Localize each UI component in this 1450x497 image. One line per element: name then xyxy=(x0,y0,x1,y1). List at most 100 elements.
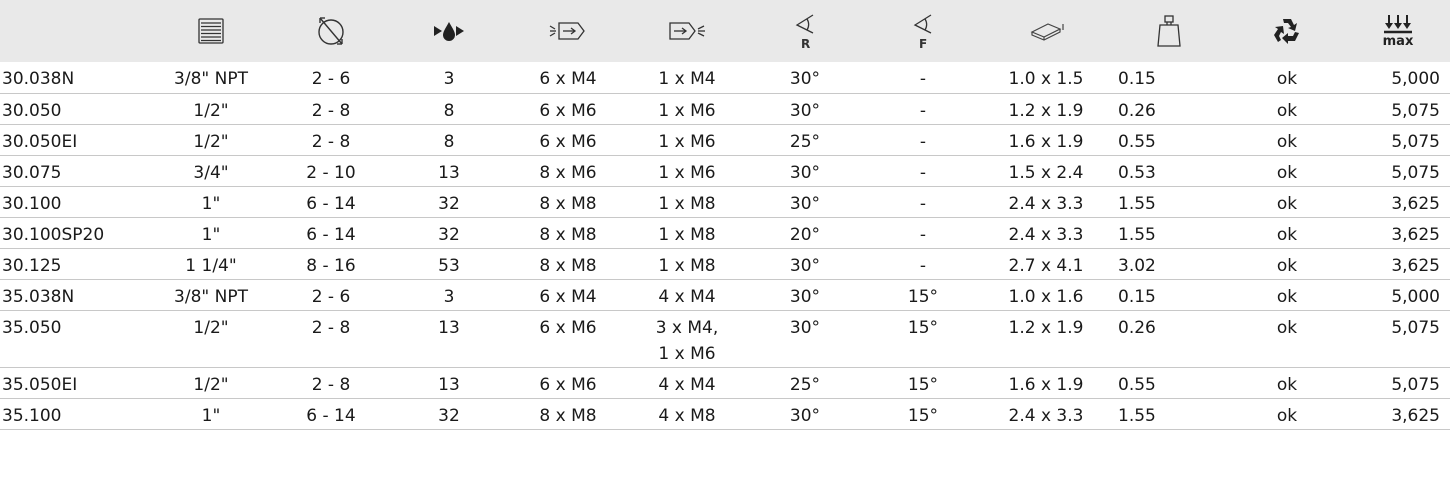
cell-angle-r: 30° xyxy=(746,248,864,280)
r-label: R xyxy=(801,37,810,51)
spec-table: R F max 30.038N 3/8" NPT 2 - 6 3 6 x M4 … xyxy=(0,0,1450,430)
cell-flow: 13 xyxy=(390,367,508,399)
spec-table-page: R F max 30.038N 3/8" NPT 2 - 6 3 6 x M4 … xyxy=(0,0,1450,497)
cell-angle-f: 15° xyxy=(864,398,982,430)
cell-range: 2 - 6 xyxy=(272,279,390,311)
cell-dimensions: 1.5 x 2.4 xyxy=(982,155,1110,187)
cell-angle-f: 15° xyxy=(864,279,982,311)
cell-inlet: 6 x M6 xyxy=(508,124,628,156)
cell-flow: 3 xyxy=(390,62,508,94)
cell-model: 30.038N xyxy=(0,62,150,94)
cell-inlet: 6 x M4 xyxy=(508,62,628,94)
cell-weight: 0.15 xyxy=(1110,279,1228,311)
cell-angle-r: 30° xyxy=(746,62,864,94)
cell-max: 3,625 xyxy=(1346,398,1450,430)
cell-dimensions: 1.0 x 1.6 xyxy=(982,279,1110,311)
flow-icon xyxy=(390,0,508,62)
cell-flow: 8 xyxy=(390,93,508,125)
cell-dimensions: 1.6 x 1.9 xyxy=(982,367,1110,399)
cell-angle-r: 30° xyxy=(746,398,864,430)
cell-flow: 32 xyxy=(390,186,508,218)
table-row: 30.100 1" 6 - 14 32 8 x M8 1 x M8 30° -2.4 x 3.… xyxy=(0,186,1450,218)
rear-angle-icon: R xyxy=(746,0,864,62)
cell-range: 6 - 14 xyxy=(272,217,390,249)
cell-thread: 1/2" xyxy=(150,124,272,156)
cell-range: 6 - 14 xyxy=(272,186,390,218)
cell-max: 5,000 xyxy=(1346,62,1450,94)
cell-angle-r: 30° xyxy=(746,279,864,311)
cell-range: 2 - 8 xyxy=(272,310,390,368)
cell-max: 5,075 xyxy=(1346,93,1450,125)
cell-max: 5,075 xyxy=(1346,367,1450,399)
front-angle-icon: F xyxy=(864,0,982,62)
cell-outlet: 3 x M4, 1 x M6 xyxy=(628,310,746,368)
cell-weight: 0.55 xyxy=(1110,367,1228,399)
cell-range: 2 - 8 xyxy=(272,124,390,156)
cell-weight: 0.55 xyxy=(1110,124,1228,156)
cell-model: 30.125 xyxy=(0,248,150,280)
table-row: 35.050 1/2" 2 - 8 13 6 x M6 3 x M4, 1 x M6 30° 1… xyxy=(0,310,1450,368)
thread-icon xyxy=(150,0,272,62)
table-row: 35.050EI 1/2" 2 - 8 13 6 x M6 4 x M4 25° 15° 1.6… xyxy=(0,367,1450,399)
weight-icon xyxy=(1110,0,1228,62)
cell-thread: 1" xyxy=(150,186,272,218)
f-label: F xyxy=(919,37,927,51)
cell-inlet: 6 x M6 xyxy=(508,93,628,125)
cell-angle-r: 30° xyxy=(746,310,864,368)
cell-recycle: ok xyxy=(1228,186,1346,218)
max-label: max xyxy=(1383,34,1414,49)
cell-flow: 13 xyxy=(390,310,508,368)
cell-recycle: ok xyxy=(1228,310,1346,368)
cell-angle-f: - xyxy=(864,186,982,218)
cell-outlet: 1 x M8 xyxy=(628,217,746,249)
cell-thread: 1 1/4" xyxy=(150,248,272,280)
cell-recycle: ok xyxy=(1228,93,1346,125)
cell-recycle: ok xyxy=(1228,279,1346,311)
recycle-icon xyxy=(1228,0,1346,62)
cell-dimensions: 2.4 x 3.3 xyxy=(982,398,1110,430)
cell-weight: 1.55 xyxy=(1110,398,1228,430)
cell-outlet: 1 x M8 xyxy=(628,248,746,280)
cell-max: 5,000 xyxy=(1346,279,1450,311)
cell-recycle: ok xyxy=(1228,62,1346,94)
cell-angle-f: - xyxy=(864,124,982,156)
cell-recycle: ok xyxy=(1228,248,1346,280)
cell-angle-f: 15° xyxy=(864,367,982,399)
cell-range: 2 - 10 xyxy=(272,155,390,187)
cell-inlet: 6 x M6 xyxy=(508,310,628,368)
cell-recycle: ok xyxy=(1228,367,1346,399)
cell-outlet: 1 x M6 xyxy=(628,155,746,187)
cell-recycle: ok xyxy=(1228,155,1346,187)
cell-max: 5,075 xyxy=(1346,124,1450,156)
cell-angle-f: - xyxy=(864,248,982,280)
table-row: 35.100 1" 6 - 14 32 8 x M8 4 x M8 30° 15° 2.4 x … xyxy=(0,398,1450,430)
cell-model: 35.038N xyxy=(0,279,150,311)
table-row: 30.125 1 1/4" 8 - 16 53 8 x M8 1 x M8 30° -2.7 … xyxy=(0,248,1450,280)
table-body: 30.038N 3/8" NPT 2 - 636 x M4 1 x M4 30° -1.0… xyxy=(0,62,1450,430)
cell-thread: 1/2" xyxy=(150,310,272,368)
cell-model: 35.100 xyxy=(0,398,150,430)
table-row: 30.050 1/2" 2 - 886 x M6 1 x M6 30° -1.2 x 1.… xyxy=(0,93,1450,125)
cell-model: 30.075 xyxy=(0,155,150,187)
cell-inlet: 6 x M6 xyxy=(508,367,628,399)
cell-angle-r: 20° xyxy=(746,217,864,249)
table-row: 30.050EI 1/2" 2 - 886 x M6 1 x M6 25° -1.6 x … xyxy=(0,124,1450,156)
cell-dimensions: 1.0 x 1.5 xyxy=(982,62,1110,94)
cell-angle-f: - xyxy=(864,217,982,249)
table-row: 30.038N 3/8" NPT 2 - 636 x M4 1 x M4 30° -1.0… xyxy=(0,62,1450,94)
cell-inlet: 6 x M4 xyxy=(508,279,628,311)
cell-range: 2 - 6 xyxy=(272,62,390,94)
cell-thread: 3/8" NPT xyxy=(150,62,272,94)
inlet-bolts-icon xyxy=(508,0,628,62)
cell-range: 2 - 8 xyxy=(272,93,390,125)
cell-model: 30.050 xyxy=(0,93,150,125)
cell-angle-f: - xyxy=(864,93,982,125)
table-row: 30.100SP20 1" 6 - 14 32 8 x M8 1 x M8 20° -2.4 … xyxy=(0,217,1450,249)
cell-model: 35.050EI xyxy=(0,367,150,399)
cell-inlet: 8 x M8 xyxy=(508,248,628,280)
cell-model: 30.100SP20 xyxy=(0,217,150,249)
cell-inlet: 8 x M8 xyxy=(508,217,628,249)
cell-outlet: 1 x M8 xyxy=(628,186,746,218)
cell-thread: 1/2" xyxy=(150,93,272,125)
cell-range: 6 - 14 xyxy=(272,398,390,430)
